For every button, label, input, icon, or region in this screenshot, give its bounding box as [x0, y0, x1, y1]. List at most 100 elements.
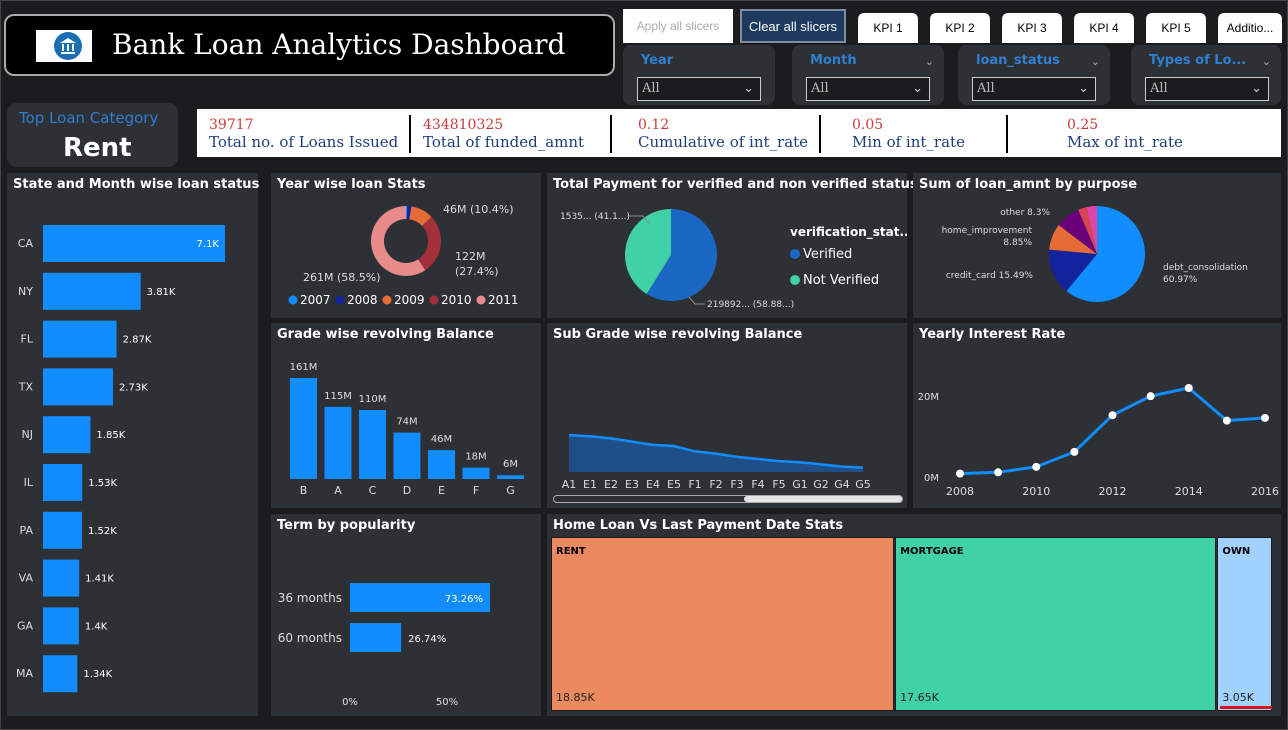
tick-label: 0% [342, 697, 358, 708]
bar [290, 378, 317, 479]
legend-marker [382, 295, 392, 305]
data-label: 1.53K [88, 478, 117, 489]
tile-value: 17.65K [900, 691, 939, 704]
legend-marker [790, 275, 800, 285]
data-label: 261M (58.5%) [303, 271, 381, 284]
tick-label: G5 [855, 478, 871, 491]
tick-label: NY [18, 285, 33, 298]
data-label: debt_consolidation [1163, 263, 1248, 273]
bar [43, 416, 91, 454]
bar [462, 467, 490, 479]
tick-label: 60 months [278, 631, 342, 645]
bar [43, 607, 79, 645]
treemap-tile[interactable]: RENT 18.85K [551, 537, 895, 711]
slicer-loan-status[interactable]: loan_status ⌄ All ⌄ [958, 45, 1110, 105]
tick-label: F [473, 484, 479, 497]
horizontal-scrollbar[interactable] [553, 495, 903, 503]
tick-label: G1 [792, 478, 808, 491]
bar [359, 409, 386, 479]
data-point [1108, 411, 1117, 420]
tick-label: 20M [918, 392, 939, 403]
loan-type-dropdown[interactable]: All ⌄ [1145, 77, 1269, 101]
tick-label: 2014 [1175, 485, 1203, 498]
tick-label: NJ [22, 428, 33, 441]
treemap-tile[interactable]: MORTGAGE 17.65K [895, 537, 1217, 711]
top-category-value: Rent [63, 133, 132, 163]
tick-label: E [438, 484, 445, 497]
kpi-divider [409, 115, 411, 153]
legend-label: 2011 [488, 293, 519, 307]
kpi-total-loans: 39717 Total no. of Loans Issued [209, 117, 398, 151]
slicer-month[interactable]: Month ⌄ All ⌄ [792, 45, 944, 105]
kpi-value: 39717 [209, 117, 254, 133]
apply-slicers-button[interactable]: Apply all slicers [623, 9, 733, 43]
kpi-value: 0.05 [852, 117, 884, 133]
chevron-down-icon[interactable]: ⌄ [1262, 55, 1271, 68]
purpose-pie-chart: debt_consolidation 60.97% credit_card 15.4… [942, 206, 1248, 302]
kpi-strip: 39717 Total no. of Loans Issued 434810325… [197, 109, 1281, 157]
tab-kpi-4[interactable]: KPI 4 [1074, 13, 1134, 43]
tab-kpi-3[interactable]: KPI 3 [1002, 13, 1062, 43]
data-label: 122M [455, 250, 486, 263]
data-label: 74M [396, 417, 417, 428]
clear-slicers-button[interactable]: Clear all slicers [740, 9, 846, 43]
tab-additional[interactable]: Additio... [1218, 13, 1282, 43]
tile-value: 3.05K [1222, 691, 1255, 704]
kpi-label: Max of int_rate [1067, 133, 1183, 151]
top-loan-category-card: Top Loan Category Rent [7, 103, 178, 167]
data-label: 6M [503, 459, 518, 470]
data-point [1070, 447, 1079, 456]
tick-label: 2016 [1251, 485, 1279, 498]
data-label: 219892... (58.88...) [707, 300, 794, 310]
chevron-down-icon: ⌄ [743, 81, 754, 96]
slicer-year[interactable]: Year All ⌄ [623, 45, 775, 105]
tick-label: PA [20, 524, 34, 537]
month-dropdown[interactable]: All ⌄ [806, 77, 930, 101]
chevron-down-icon[interactable]: ⌄ [925, 55, 934, 68]
bank-logo [36, 30, 92, 62]
year-dropdown[interactable]: All ⌄ [637, 77, 761, 101]
kpi-value: 0.12 [638, 117, 670, 133]
grade-chart-panel: Grade wise revolving Balance 161M B 115M A 1… [271, 323, 541, 508]
bar [324, 406, 352, 479]
bar [497, 475, 524, 479]
bar [43, 368, 113, 406]
slicer-loan-type[interactable]: Types of Lo... ⌄ All ⌄ [1131, 45, 1281, 105]
loan-status-dropdown[interactable]: All ⌄ [972, 77, 1096, 101]
tick-label: E3 [625, 478, 639, 491]
tick-label: TX [18, 380, 34, 393]
tile-value: 18.85K [556, 691, 595, 704]
tab-kpi-5[interactable]: KPI 5 [1146, 13, 1206, 43]
subgrade-chart-panel: Sub Grade wise revolving Balance A1 E1 E2 E… [547, 323, 907, 508]
kpi-cumulative-rate: 0.12 Cumulative of int_rate [638, 117, 808, 151]
data-point [1261, 413, 1269, 422]
chevron-down-icon: ⌄ [1078, 81, 1089, 96]
kpi-label: Cumulative of int_rate [638, 133, 809, 151]
tab-kpi-1[interactable]: KPI 1 [858, 13, 918, 43]
bank-icon [54, 32, 82, 60]
tick-label: E1 [583, 478, 597, 491]
kpi-label: Total no. of Loans Issued [209, 133, 399, 151]
scrollbar-thumb[interactable] [744, 496, 902, 502]
data-point [1184, 384, 1193, 392]
title-banner: Bank Loan Analytics Dashboard [4, 14, 615, 76]
kpi-divider [1006, 115, 1008, 153]
treemap-tile[interactable]: OWN 3.05K [1217, 537, 1273, 711]
tick-label: MA [16, 667, 33, 680]
data-label: 46M (10.4%) [443, 203, 514, 216]
data-label: 2.73K [119, 382, 148, 393]
chevron-down-icon[interactable]: ⌄ [1091, 55, 1100, 68]
data-label: 1.4K [85, 621, 108, 632]
bar [393, 432, 421, 479]
tile-label: MORTGAGE [900, 546, 964, 557]
tick-label: FL [21, 333, 34, 346]
data-label: 7.1K [197, 239, 220, 250]
data-label: 3.81K [147, 287, 176, 298]
tick-label: F3 [730, 478, 743, 491]
dropdown-value: All [811, 81, 829, 96]
subgrade-area-chart: A1 E1 E2 E3 E4 E5 F1 F2 F3 F4 F5 G1 G2 G4 G5 [562, 433, 871, 491]
kpi-max-rate: 0.25 Max of int_rate [1067, 117, 1183, 151]
bar [43, 320, 117, 358]
tab-kpi-2[interactable]: KPI 2 [930, 13, 990, 43]
bar [43, 464, 83, 501]
